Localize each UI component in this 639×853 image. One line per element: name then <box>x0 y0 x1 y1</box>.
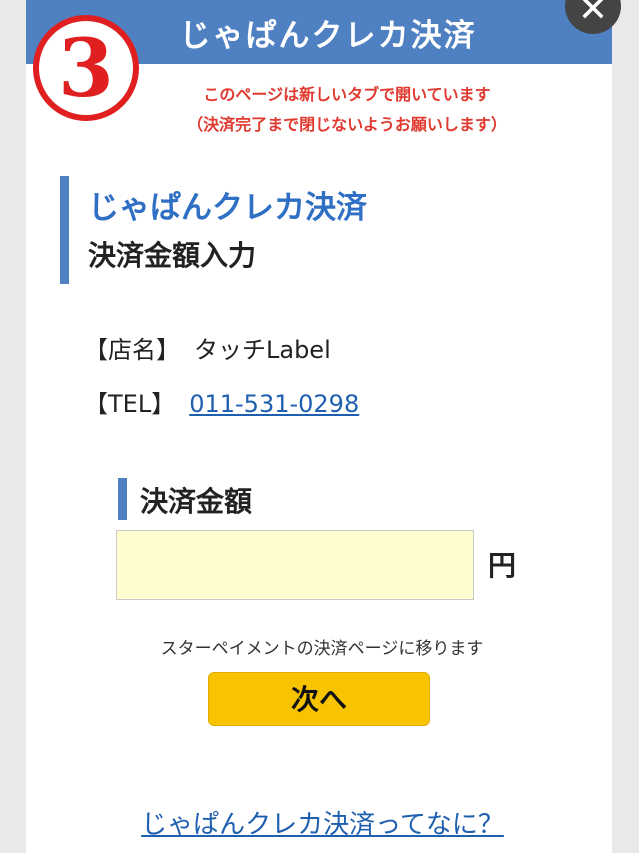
amount-accent-bar <box>118 478 127 520</box>
notice-line-1: このページは新しいタブで開いています <box>203 85 491 104</box>
shop-tel-link[interactable]: 011-531-0298 <box>189 390 359 418</box>
close-icon: ✕ <box>577 0 609 30</box>
shop-tel-row: 【TEL】 011-531-0298 <box>84 384 359 419</box>
section-subtitle: 決済金額入力 <box>88 239 257 272</box>
next-button[interactable]: 次へ <box>208 672 430 726</box>
step-number-badge: 3 <box>33 15 139 121</box>
screen: じゃぱんクレカ決済 ✕ 3 このページは新しいタブで開いています （決済完了まで… <box>0 0 639 853</box>
amount-title: 決済金額 <box>140 485 253 518</box>
shop-name-row: 【店名】 タッチLabel <box>84 330 331 365</box>
currency-unit: 円 <box>488 549 517 582</box>
header-title: じゃぱんクレカ決済 <box>179 17 477 54</box>
step-number: 3 <box>58 21 114 115</box>
shop-name-value: タッチLabel <box>194 336 331 364</box>
notice-line-2: （決済完了まで閉じないようお願いします） <box>187 115 507 134</box>
section-title: じゃぱんクレカ決済 <box>88 190 367 226</box>
section-accent-bar <box>60 176 69 284</box>
redirect-note: スターペイメントの決済ページに移ります <box>160 639 484 659</box>
shop-tel-label: 【TEL】 <box>84 390 176 418</box>
amount-input[interactable] <box>116 530 474 600</box>
shop-name-label: 【店名】 <box>84 336 180 364</box>
help-link[interactable]: じゃぱんクレカ決済ってなに？ <box>0 804 639 841</box>
